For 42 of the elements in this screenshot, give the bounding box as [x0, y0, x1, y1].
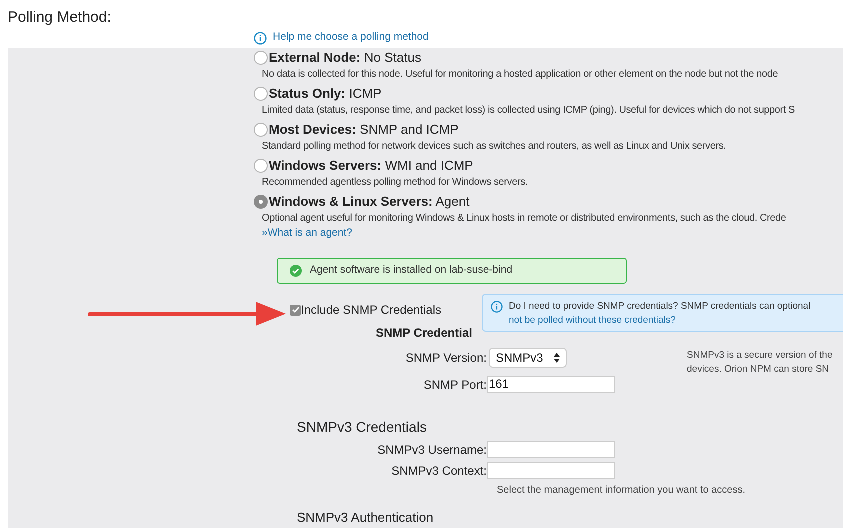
- option-label: Most Devices: SNMP and ICMP: [269, 121, 459, 140]
- radio-button[interactable]: [254, 87, 268, 101]
- radio-button[interactable]: [254, 123, 268, 137]
- username-field[interactable]: [487, 441, 615, 458]
- option-label: Status Only: ICMP: [269, 85, 382, 104]
- snmp-version-select[interactable]: SNMPv3: [489, 348, 567, 368]
- success-message: Agent software is installed on lab-suse-bind: [310, 263, 513, 278]
- option-description: Recommended agentless polling method for Windows servers.: [262, 176, 529, 190]
- what-is-agent-link[interactable]: »What is an agent?: [262, 226, 352, 240]
- info-icon: [254, 32, 267, 44]
- radio-button[interactable]: [254, 159, 268, 173]
- snmpv3-authentication-title: SNMPv3 Authentication: [297, 509, 435, 527]
- option-label: External Node: No Status: [269, 49, 422, 68]
- field-label: SNMPv3 Username:: [376, 442, 487, 458]
- field-label: SNMPv3 Context:: [390, 462, 487, 480]
- option-label: Windows Servers: WMI and ICMP: [269, 157, 474, 176]
- check-circle-icon: [290, 265, 302, 277]
- context-field[interactable]: [487, 462, 615, 479]
- checkbox-label: Include SNMP Credentials: [301, 302, 442, 319]
- option-description: Limited data (status, response time, and packet loss) is collected using ICMP (ping). Useful for devices which do not support S: [262, 104, 796, 118]
- context-hint: Select the management information you want to access.: [497, 484, 746, 498]
- updown-caret-icon: [554, 353, 560, 363]
- snmp-credential-title: SNMP Credential: [376, 325, 474, 342]
- info-link[interactable]: not be polled without these credentials?: [509, 314, 811, 328]
- radio-button[interactable]: [254, 51, 268, 65]
- version-note: devices. Orion NPM can store SN: [687, 363, 830, 377]
- info-icon: [491, 301, 503, 313]
- field-label: SNMP Port:: [422, 376, 487, 394]
- checkmark-icon: [292, 306, 300, 314]
- option-description: No data is collected for this node. Useful for monitoring a hosted application or other element on the node but not the node: [262, 68, 780, 82]
- snmpv3-credentials-title: SNMPv3 Credentials: [297, 418, 428, 437]
- option-label: Windows & Linux Servers: Agent: [269, 193, 470, 212]
- section-heading: Polling Method:: [7, 8, 112, 28]
- field-label: SNMP Version:: [404, 350, 487, 367]
- option-description: Optional agent useful for monitoring Windows & Linux hosts in remote or distributed environments, such as the cloud. Crede: [262, 212, 788, 226]
- radio-button[interactable]: [254, 195, 268, 209]
- help-link[interactable]: Help me choose a polling method: [273, 30, 429, 46]
- version-note: SNMPv3 is a secure version of the: [687, 349, 833, 363]
- info-text: Do I need to provide SNMP credentials? SNMP credentials can optional: [509, 300, 811, 314]
- option-description: Standard polling method for network devices such as switches and routers, as well as Linux and Unix servers.: [262, 140, 728, 154]
- include-snmp-checkbox[interactable]: [290, 304, 301, 316]
- snmp-port-field[interactable]: 161: [487, 376, 615, 393]
